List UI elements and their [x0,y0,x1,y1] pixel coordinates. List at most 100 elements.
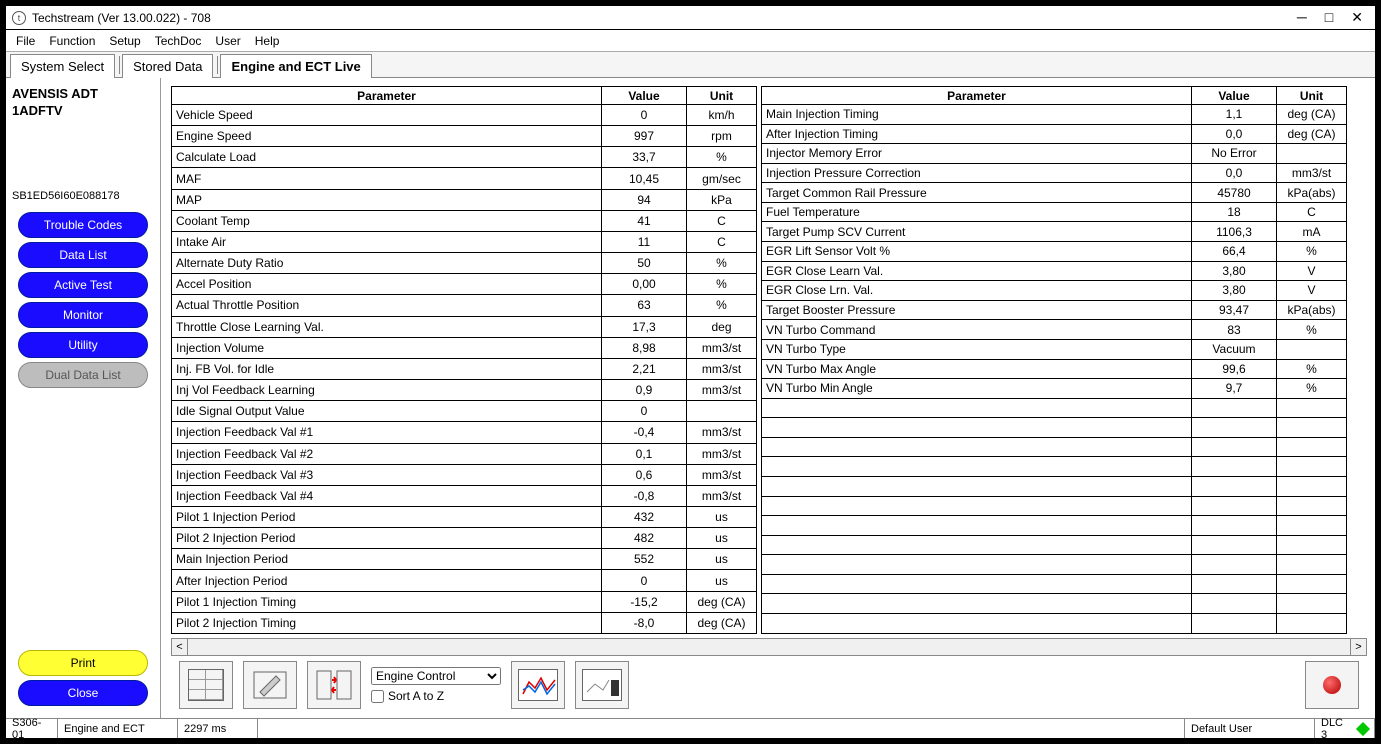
horizontal-scrollbar[interactable]: < > [171,638,1367,656]
table-row[interactable]: EGR Lift Sensor Volt %66,4% [762,242,1347,262]
table-row[interactable]: Inj. FB Vol. for Idle2,21mm3/st [172,358,757,379]
table-row[interactable]: MAF10,45gm/sec [172,168,757,189]
cell-unit: C [1277,202,1347,222]
col-header-unit[interactable]: Unit [1277,87,1347,105]
menu-function[interactable]: Function [49,34,95,48]
sort-checkbox[interactable] [371,690,384,703]
vehicle-code: SB1ED56I60E088178 [12,190,154,202]
tab-stored-data[interactable]: Stored Data [122,54,213,78]
cell-value: 18 [1192,202,1277,222]
table-row[interactable]: VN Turbo Max Angle99,6% [762,359,1347,379]
table-row[interactable]: Target Pump SCV Current1106,3mA [762,222,1347,242]
menu-user[interactable]: User [215,34,240,48]
table-row[interactable]: Pilot 2 Injection Timing-8,0deg (CA) [172,612,757,633]
col-header-value[interactable]: Value [1192,87,1277,105]
graph-button-1[interactable] [511,661,565,709]
cell-value: -8,0 [602,612,687,633]
table-row[interactable]: VN Turbo TypeVacuum [762,339,1347,359]
table-row[interactable]: Inj Vol Feedback Learning0,9mm3/st [172,380,757,401]
sidebar-monitor-button[interactable]: Monitor [18,302,148,328]
sidebar-trouble-codes-button[interactable]: Trouble Codes [18,212,148,238]
menubar: File Function Setup TechDoc User Help [6,30,1375,52]
system-select-combo[interactable]: Engine Control [371,667,501,685]
cell-unit: mm3/st [1277,163,1347,183]
list-view-button[interactable] [179,661,233,709]
table-row[interactable]: Engine Speed997rpm [172,126,757,147]
table-row[interactable]: Injection Feedback Val #4-0,8mm3/st [172,485,757,506]
table-row[interactable]: MAP94kPa [172,189,757,210]
cell-param: Injection Feedback Val #4 [172,485,602,506]
graph-button-2[interactable] [575,661,629,709]
table-row[interactable]: Main Injection Period552us [172,549,757,570]
table-row[interactable]: After Injection Period0us [172,570,757,591]
table-row[interactable]: EGR Close Learn Val.3,80V [762,261,1347,281]
table-row[interactable]: VN Turbo Min Angle9,7% [762,379,1347,399]
cell-param: VN Turbo Max Angle [762,359,1192,379]
menu-techdoc[interactable]: TechDoc [155,34,202,48]
table-row[interactable]: Injector Memory ErrorNo Error [762,144,1347,164]
col-header-unit[interactable]: Unit [687,87,757,105]
sidebar-print-button[interactable]: Print [18,650,148,676]
cell-unit: mm3/st [687,358,757,379]
pen-icon [252,670,288,700]
cell-unit [1277,144,1347,164]
table-row[interactable]: Calculate Load33,7% [172,147,757,168]
tab-engine-and-ect-live[interactable]: Engine and ECT Live [220,54,371,78]
table-row[interactable]: EGR Close Lrn. Val.3,80V [762,281,1347,301]
table-row[interactable]: Coolant Temp41C [172,210,757,231]
sidebar-active-test-button[interactable]: Active Test [18,272,148,298]
close-window-button[interactable]: ✕ [1351,9,1363,26]
table-row[interactable]: Target Common Rail Pressure45780kPa(abs) [762,183,1347,203]
table-row[interactable]: Pilot 1 Injection Period432us [172,506,757,527]
table-row[interactable]: Injection Volume8,98mm3/st [172,337,757,358]
scroll-left-icon[interactable]: < [172,639,188,655]
sidebar-close-button[interactable]: Close [18,680,148,706]
col-header-parameter[interactable]: Parameter [172,87,602,105]
tab-system-select[interactable]: System Select [10,54,115,78]
table-row[interactable]: Target Booster Pressure93,47kPa(abs) [762,300,1347,320]
sidebar-data-list-button[interactable]: Data List [18,242,148,268]
table-row[interactable]: Pilot 1 Injection Timing-15,2deg (CA) [172,591,757,612]
cell-unit: mm3/st [687,464,757,485]
table-row[interactable]: Throttle Close Learning Val.17,3deg [172,316,757,337]
table-row[interactable]: Accel Position0,00% [172,274,757,295]
table-row[interactable]: Injection Pressure Correction0,0mm3/st [762,163,1347,183]
menu-file[interactable]: File [16,34,35,48]
table-row[interactable]: Intake Air11C [172,231,757,252]
table-row[interactable]: Alternate Duty Ratio50% [172,253,757,274]
cell-param: Main Injection Period [172,549,602,570]
cell-param: MAP [172,189,602,210]
swap-columns-button[interactable] [307,661,361,709]
table-row[interactable]: Fuel Temperature18C [762,202,1347,222]
table-row[interactable]: Main Injection Timing1,1deg (CA) [762,105,1347,125]
menu-help[interactable]: Help [255,34,280,48]
table-row[interactable]: Injection Feedback Val #30,6mm3/st [172,464,757,485]
sort-checkbox-label[interactable]: Sort A to Z [371,689,501,703]
table-row[interactable]: Pilot 2 Injection Period482us [172,528,757,549]
table-row[interactable]: Idle Signal Output Value0 [172,401,757,422]
sidebar: AVENSIS ADT 1ADFTV SB1ED56I60E088178 Tro… [6,78,161,718]
app-icon: t [12,11,26,25]
window-title: Techstream (Ver 13.00.022) - 708 [32,11,1297,25]
table-row[interactable]: Vehicle Speed0km/h [172,105,757,126]
cell-param: MAF [172,168,602,189]
cell-value: 482 [602,528,687,549]
record-button[interactable] [1305,661,1359,709]
sidebar-utility-button[interactable]: Utility [18,332,148,358]
highlight-button[interactable] [243,661,297,709]
table-row[interactable]: Actual Throttle Position63% [172,295,757,316]
cell-param: Injector Memory Error [762,144,1192,164]
minimize-button[interactable]: ─ [1297,9,1307,26]
table-row[interactable]: After Injection Timing0,0deg (CA) [762,124,1347,144]
table-row[interactable]: VN Turbo Command83% [762,320,1347,340]
cell-param: After Injection Timing [762,124,1192,144]
cell-value: 83 [1192,320,1277,340]
menu-setup[interactable]: Setup [109,34,140,48]
maximize-button[interactable]: □ [1325,9,1333,26]
col-header-value[interactable]: Value [602,87,687,105]
vehicle-name-line2: 1ADFTV [12,103,154,118]
table-row[interactable]: Injection Feedback Val #20,1mm3/st [172,443,757,464]
table-row[interactable]: Injection Feedback Val #1-0,4mm3/st [172,422,757,443]
col-header-parameter[interactable]: Parameter [762,87,1192,105]
scroll-right-icon[interactable]: > [1350,639,1366,655]
